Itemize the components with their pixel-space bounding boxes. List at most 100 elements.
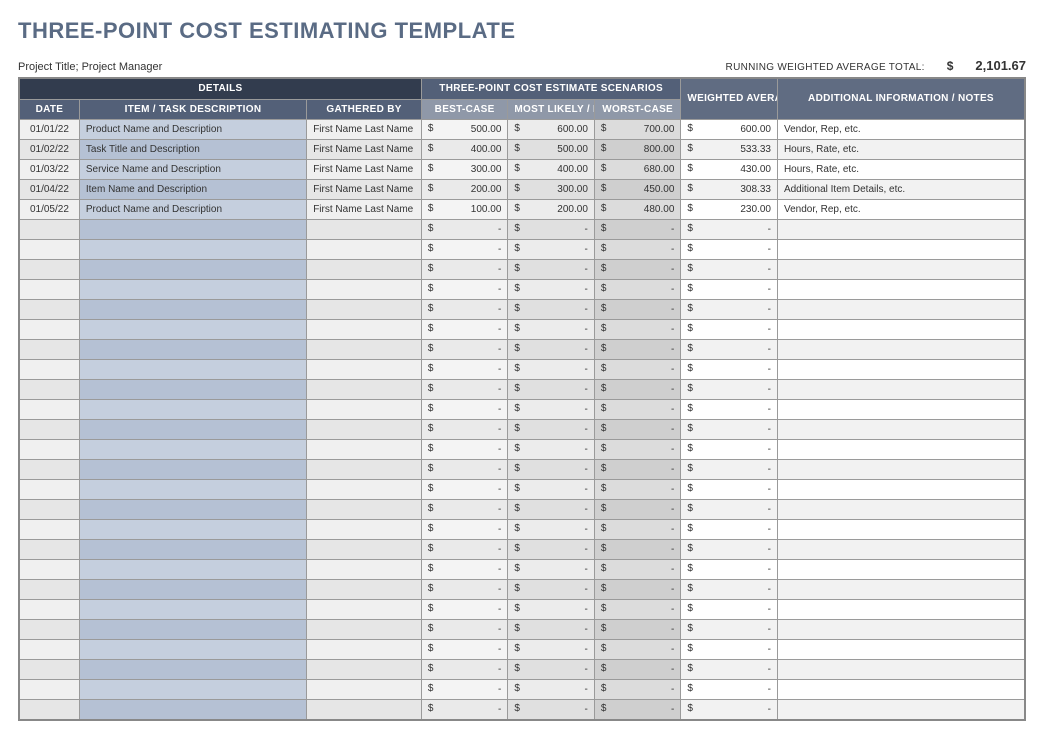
- cell-item[interactable]: Item Name and Description: [79, 180, 306, 200]
- cell-worst[interactable]: $-: [594, 320, 681, 340]
- cell-worst[interactable]: $-: [594, 700, 681, 721]
- cell-weighted-avg[interactable]: $533.33: [681, 140, 778, 160]
- cell-date[interactable]: [19, 280, 79, 300]
- cell-worst[interactable]: $-: [594, 260, 681, 280]
- cell-weighted-avg[interactable]: $-: [681, 240, 778, 260]
- cell-date[interactable]: [19, 680, 79, 700]
- cell-best[interactable]: $-: [421, 480, 508, 500]
- cell-weighted-avg[interactable]: $-: [681, 640, 778, 660]
- cell-gathered-by[interactable]: [307, 560, 422, 580]
- cell-weighted-avg[interactable]: $-: [681, 260, 778, 280]
- cell-item[interactable]: [79, 220, 306, 240]
- cell-weighted-avg[interactable]: $-: [681, 600, 778, 620]
- cell-notes[interactable]: [777, 460, 1025, 480]
- cell-gathered-by[interactable]: [307, 400, 422, 420]
- cell-best[interactable]: $-: [421, 460, 508, 480]
- cell-notes[interactable]: Hours, Rate, etc.: [777, 140, 1025, 160]
- cell-item[interactable]: [79, 500, 306, 520]
- cell-notes[interactable]: [777, 660, 1025, 680]
- cell-likely[interactable]: $-: [508, 280, 595, 300]
- cell-best[interactable]: $-: [421, 300, 508, 320]
- cell-date[interactable]: [19, 620, 79, 640]
- cell-gathered-by[interactable]: [307, 620, 422, 640]
- cell-worst[interactable]: $-: [594, 620, 681, 640]
- cell-weighted-avg[interactable]: $-: [681, 360, 778, 380]
- cell-notes[interactable]: Additional Item Details, etc.: [777, 180, 1025, 200]
- cell-worst[interactable]: $-: [594, 580, 681, 600]
- cell-notes[interactable]: [777, 580, 1025, 600]
- cell-likely[interactable]: $400.00: [508, 160, 595, 180]
- cell-best[interactable]: $-: [421, 500, 508, 520]
- cell-date[interactable]: [19, 580, 79, 600]
- cell-best[interactable]: $-: [421, 280, 508, 300]
- cell-best[interactable]: $100.00: [421, 200, 508, 220]
- cell-worst[interactable]: $-: [594, 480, 681, 500]
- cell-date[interactable]: [19, 400, 79, 420]
- cell-notes[interactable]: Vendor, Rep, etc.: [777, 120, 1025, 140]
- cell-likely[interactable]: $-: [508, 620, 595, 640]
- cell-best[interactable]: $-: [421, 360, 508, 380]
- cell-best[interactable]: $-: [421, 620, 508, 640]
- cell-best[interactable]: $400.00: [421, 140, 508, 160]
- cell-likely[interactable]: $-: [508, 700, 595, 721]
- cell-best[interactable]: $-: [421, 220, 508, 240]
- cell-item[interactable]: [79, 400, 306, 420]
- cell-notes[interactable]: [777, 600, 1025, 620]
- cell-gathered-by[interactable]: First Name Last Name: [307, 200, 422, 220]
- cell-date[interactable]: [19, 420, 79, 440]
- cell-gathered-by[interactable]: [307, 260, 422, 280]
- cell-likely[interactable]: $-: [508, 600, 595, 620]
- cell-best[interactable]: $-: [421, 520, 508, 540]
- cell-worst[interactable]: $-: [594, 420, 681, 440]
- cell-likely[interactable]: $-: [508, 300, 595, 320]
- cell-weighted-avg[interactable]: $-: [681, 540, 778, 560]
- cell-likely[interactable]: $500.00: [508, 140, 595, 160]
- cell-gathered-by[interactable]: [307, 460, 422, 480]
- cell-item[interactable]: [79, 240, 306, 260]
- cell-item[interactable]: [79, 640, 306, 660]
- cell-best[interactable]: $-: [421, 700, 508, 721]
- cell-notes[interactable]: [777, 320, 1025, 340]
- cell-item[interactable]: [79, 660, 306, 680]
- cell-likely[interactable]: $-: [508, 660, 595, 680]
- cell-item[interactable]: [79, 380, 306, 400]
- cell-notes[interactable]: [777, 500, 1025, 520]
- cell-weighted-avg[interactable]: $230.00: [681, 200, 778, 220]
- cell-gathered-by[interactable]: [307, 380, 422, 400]
- cell-likely[interactable]: $-: [508, 240, 595, 260]
- cell-date[interactable]: [19, 660, 79, 680]
- cell-date[interactable]: [19, 220, 79, 240]
- cell-best[interactable]: $-: [421, 420, 508, 440]
- cell-worst[interactable]: $-: [594, 600, 681, 620]
- cell-notes[interactable]: [777, 220, 1025, 240]
- cell-likely[interactable]: $-: [508, 480, 595, 500]
- cell-worst[interactable]: $-: [594, 240, 681, 260]
- cell-worst[interactable]: $-: [594, 300, 681, 320]
- cell-date[interactable]: [19, 480, 79, 500]
- cell-likely[interactable]: $600.00: [508, 120, 595, 140]
- cell-date[interactable]: [19, 500, 79, 520]
- cell-gathered-by[interactable]: First Name Last Name: [307, 140, 422, 160]
- cell-date[interactable]: [19, 380, 79, 400]
- cell-likely[interactable]: $-: [508, 460, 595, 480]
- cell-notes[interactable]: Hours, Rate, etc.: [777, 160, 1025, 180]
- cell-gathered-by[interactable]: [307, 700, 422, 721]
- cell-worst[interactable]: $480.00: [594, 200, 681, 220]
- cell-best[interactable]: $-: [421, 440, 508, 460]
- cell-best[interactable]: $300.00: [421, 160, 508, 180]
- cell-likely[interactable]: $-: [508, 520, 595, 540]
- cell-gathered-by[interactable]: [307, 680, 422, 700]
- cell-weighted-avg[interactable]: $-: [681, 400, 778, 420]
- cell-gathered-by[interactable]: [307, 640, 422, 660]
- cell-notes[interactable]: Vendor, Rep, etc.: [777, 200, 1025, 220]
- cell-notes[interactable]: [777, 480, 1025, 500]
- cell-worst[interactable]: $-: [594, 460, 681, 480]
- cell-date[interactable]: [19, 360, 79, 380]
- cell-worst[interactable]: $-: [594, 500, 681, 520]
- cell-likely[interactable]: $-: [508, 640, 595, 660]
- cell-gathered-by[interactable]: [307, 420, 422, 440]
- cell-date[interactable]: [19, 700, 79, 721]
- cell-best[interactable]: $200.00: [421, 180, 508, 200]
- cell-best[interactable]: $-: [421, 400, 508, 420]
- cell-date[interactable]: [19, 560, 79, 580]
